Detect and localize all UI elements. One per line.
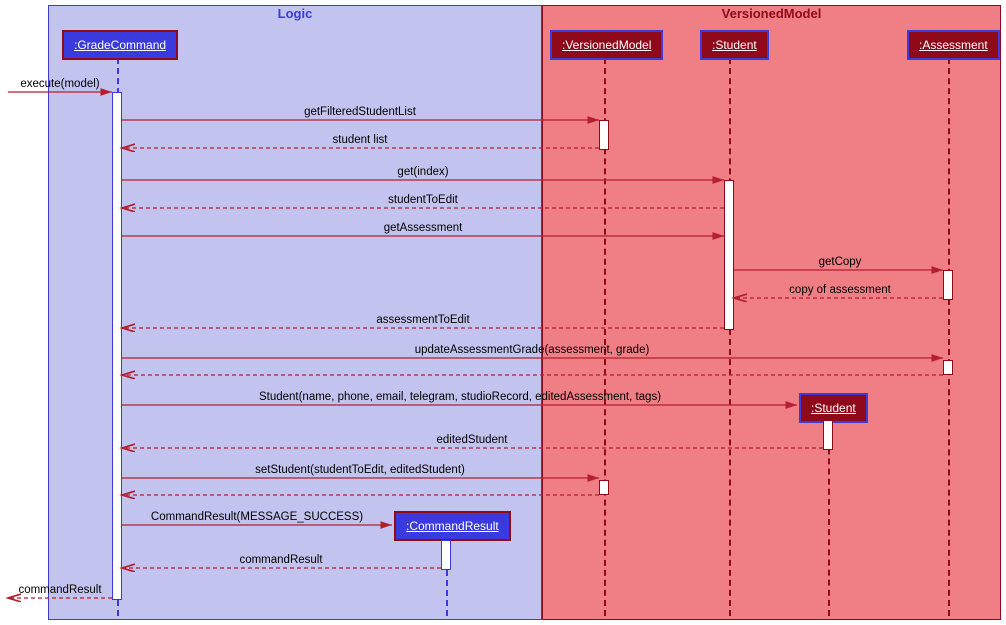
msg-execute: execute(model)	[20, 78, 99, 90]
msg-editedstudent: editedStudent	[437, 434, 508, 446]
msg-updateassessmentgrade: updateAssessmentGrade(assessment, grade)	[415, 344, 650, 356]
msg-getcopy: getCopy	[819, 256, 862, 268]
msg-commandresultfinal: commandResult	[18, 584, 101, 596]
msg-getfilteredstudentlist: getFilteredStudentList	[304, 106, 416, 118]
msg-studentctor: Student(name, phone, email, telegram, st…	[259, 391, 661, 403]
sequence-diagram: Logic VersionedModel :GradeCommand :Vers…	[0, 0, 1006, 625]
msg-studentlist: student list	[333, 134, 388, 146]
msg-getassessment: getAssessment	[384, 222, 463, 234]
msg-setstudent: setStudent(studentToEdit, editedStudent)	[255, 464, 465, 476]
msg-getindex: get(index)	[397, 166, 448, 178]
msg-assessmenttoedit: assessmentToEdit	[376, 314, 469, 326]
arrows-layer	[0, 0, 1006, 625]
msg-commandresultret: commandResult	[239, 554, 322, 566]
msg-copyofassessment: copy of assessment	[789, 284, 891, 296]
msg-cmdresultctor: CommandResult(MESSAGE_SUCCESS)	[151, 511, 363, 523]
msg-studenttoedit: studentToEdit	[388, 194, 458, 206]
